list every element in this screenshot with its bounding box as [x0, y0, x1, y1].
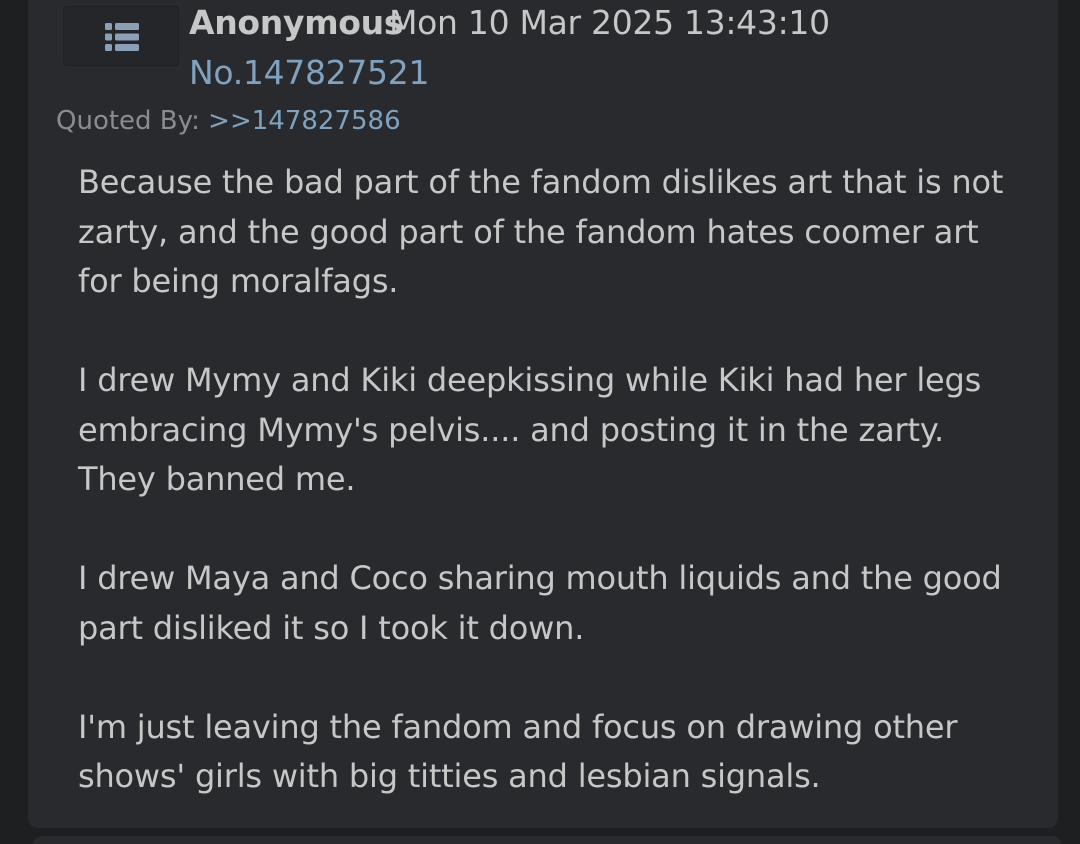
quoted-by-link[interactable]: >>147827586	[208, 106, 400, 136]
post-menu-button[interactable]	[63, 6, 179, 66]
post-paragraph: I drew Maya and Coco sharing mouth liqui…	[78, 559, 1002, 647]
post-number-link[interactable]: No.147827521	[189, 53, 429, 92]
post-author: Anonymous	[189, 3, 404, 42]
next-post-container	[32, 836, 1062, 844]
thread-page: Anonymous Mon 10 Mar 2025 13:43:10 No.14…	[0, 0, 1080, 844]
post-body: Because the bad part of the fandom disli…	[78, 158, 1028, 802]
post-paragraph: Because the bad part of the fandom disli…	[78, 163, 1004, 300]
quoted-by: Quoted By: >>147827586	[56, 106, 401, 136]
list-menu-icon	[105, 23, 139, 51]
post-datetime: Mon 10 Mar 2025 13:43:10	[389, 3, 830, 42]
post-paragraph: I'm just leaving the fandom and focus on…	[78, 707, 958, 796]
quoted-by-label: Quoted By:	[56, 106, 200, 136]
post-paragraph: I drew Mymy and Kiki deepkissing while K…	[78, 361, 982, 498]
